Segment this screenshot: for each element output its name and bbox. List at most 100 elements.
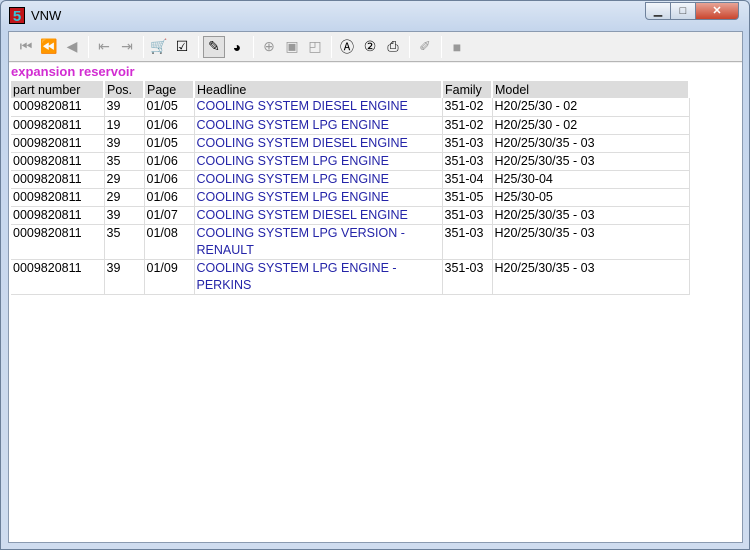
table-row[interactable]: 0009820811 39 01/07 COOLING SYSTEM DIESEL E… [11, 206, 690, 225]
table-cell: 01/05 [144, 134, 195, 153]
toolbar-separator [253, 35, 254, 58]
checklist-button[interactable]: ☑ [171, 36, 193, 58]
table-cell: 0009820811 [11, 224, 105, 260]
previous-button[interactable]: ◀ [61, 36, 83, 58]
headline-link[interactable]: COOLING SYSTEM DIESEL ENGINE [194, 206, 443, 225]
table-cell: 35 [104, 152, 145, 171]
toolbar-separator [88, 35, 89, 58]
back-page-icon: ⇤ [98, 38, 110, 54]
headline-link[interactable]: COOLING SYSTEM DIESEL ENGINE [194, 98, 443, 117]
table-cell: H25/30-04 [492, 170, 690, 189]
cart-icon: 🛒 [150, 38, 168, 54]
toolbar-separator [409, 35, 410, 58]
toolbar-separator [143, 35, 144, 58]
minimize-button[interactable]: ▁ [645, 2, 671, 20]
table-row[interactable]: 0009820811 39 01/09 COOLING SYSTEM LPG ENGI… [11, 259, 690, 295]
results-pane: expansion reservoir part number Pos. Page H… [9, 63, 742, 542]
column-header[interactable]: Pos. [104, 81, 145, 98]
print-button[interactable]: ⎙ [382, 36, 404, 58]
table-cell: H20/25/30/35 - 03 [492, 206, 690, 225]
close-button[interactable]: ✕ [695, 2, 739, 20]
checklist-icon: ☑ [175, 38, 189, 54]
table-row[interactable]: 0009820811 29 01/06 COOLING SYSTEM LPG ENGI… [11, 170, 690, 189]
cart-button[interactable]: 🛒 [148, 36, 170, 58]
search-2-icon: ② [363, 38, 377, 54]
table-cell: H20/25/30/35 - 03 [492, 134, 690, 153]
table-cell: 351-03 [442, 259, 493, 295]
column-header[interactable]: Page [144, 81, 195, 98]
note-button[interactable]: ✐ [414, 36, 436, 58]
table-cell: 35 [104, 224, 145, 260]
zoom-in-button[interactable]: ⊕ [258, 36, 280, 58]
tools-icon: ✎ [208, 38, 220, 54]
page-corner-icon: ◰ [308, 38, 322, 54]
toolbar-separator [331, 35, 332, 58]
previous-icon: ◀ [66, 38, 78, 54]
table-cell: 01/06 [144, 116, 195, 135]
table-cell: 351-02 [442, 98, 493, 117]
table-row[interactable]: 0009820811 35 01/08 COOLING SYSTEM LPG VERS… [11, 224, 690, 260]
headline-link[interactable]: COOLING SYSTEM LPG ENGINE [194, 188, 443, 207]
table-row[interactable]: 0009820811 19 01/06 COOLING SYSTEM LPG ENGI… [11, 116, 690, 135]
table-cell: 351-03 [442, 224, 493, 260]
table-cell: H20/25/30/35 - 03 [492, 259, 690, 295]
search-2-button[interactable]: ② [359, 36, 381, 58]
column-header[interactable]: part number [11, 81, 105, 98]
table-cell: 39 [104, 259, 145, 295]
headline-link[interactable]: COOLING SYSTEM LPG ENGINE [194, 116, 443, 135]
globe-button[interactable]: ◕ [226, 36, 248, 58]
stop-button[interactable]: ■ [446, 36, 468, 58]
page-corner-button[interactable]: ◰ [304, 36, 326, 58]
table-cell: 39 [104, 98, 145, 117]
table-cell: 351-03 [442, 134, 493, 153]
table-cell: 0009820811 [11, 116, 105, 135]
search-a-icon: Ⓐ [340, 38, 354, 55]
table-cell: 01/07 [144, 206, 195, 225]
title-bar: 5 VNW ▁ □ ✕ [1, 1, 749, 29]
table-row[interactable]: 0009820811 39 01/05 COOLING SYSTEM DIESEL E… [11, 134, 690, 153]
table-cell: 0009820811 [11, 98, 105, 117]
table-cell: 29 [104, 170, 145, 189]
tools-button[interactable]: ✎ [203, 35, 225, 58]
headline-link[interactable]: COOLING SYSTEM LPG ENGINE [194, 170, 443, 189]
table-cell: 01/08 [144, 224, 195, 260]
maximize-button[interactable]: □ [670, 2, 696, 20]
back-page-button[interactable]: ⇤ [93, 36, 115, 58]
table-cell: 351-03 [442, 206, 493, 225]
first-icon: ⏮ [19, 38, 33, 54]
previous-fast-icon: ⏪ [40, 38, 58, 54]
table-cell: H20/25/30/35 - 03 [492, 224, 690, 260]
table-header: part number Pos. Page Headline Family Model [11, 81, 690, 98]
column-header[interactable]: Model [492, 81, 690, 98]
first-button[interactable]: ⏮ [15, 36, 37, 58]
table-cell: H25/30-05 [492, 188, 690, 207]
toolbar: ⏮ ⏪ ◀ ⇤ ⇥ 🛒 ☑ ✎ ◕ ⊕ ▣ ◰ Ⓐ ② ⎙ ✐ ■ [9, 32, 742, 62]
column-header[interactable]: Headline [194, 81, 443, 98]
headline-link[interactable]: COOLING SYSTEM DIESEL ENGINE [194, 134, 443, 153]
headline-link[interactable]: COOLING SYSTEM LPG VERSION - RENAULT [194, 224, 443, 260]
headline-link[interactable]: COOLING SYSTEM LPG ENGINE - PERKINS [194, 259, 443, 295]
table-row[interactable]: 0009820811 35 01/06 COOLING SYSTEM LPG ENGI… [11, 152, 690, 171]
toolbar-separator [441, 35, 442, 58]
table-cell: 01/05 [144, 98, 195, 117]
table-cell: H20/25/30 - 02 [492, 98, 690, 117]
headline-link[interactable]: COOLING SYSTEM LPG ENGINE [194, 152, 443, 171]
table-cell: 01/06 [144, 188, 195, 207]
table-cell: 29 [104, 188, 145, 207]
search-a-button[interactable]: Ⓐ [336, 36, 358, 58]
table-cell: H20/25/30/35 - 03 [492, 152, 690, 171]
table-row[interactable]: 0009820811 29 01/06 COOLING SYSTEM LPG ENGI… [11, 188, 690, 207]
forward-page-icon: ⇥ [121, 38, 133, 54]
table-row[interactable]: 0009820811 39 01/05 COOLING SYSTEM DIESEL E… [11, 98, 690, 117]
column-header[interactable]: Family [442, 81, 493, 98]
table-cell: 01/06 [144, 170, 195, 189]
zoom-in-icon: ⊕ [263, 38, 275, 54]
forward-page-button[interactable]: ⇥ [116, 36, 138, 58]
table-cell: 01/06 [144, 152, 195, 171]
toolbar-separator [198, 35, 199, 58]
results-table: part number Pos. Page Headline Family Model 0… [11, 81, 690, 295]
page-button[interactable]: ▣ [281, 36, 303, 58]
table-cell: 351-03 [442, 152, 493, 171]
previous-fast-button[interactable]: ⏪ [38, 36, 60, 58]
table-cell: 351-05 [442, 188, 493, 207]
